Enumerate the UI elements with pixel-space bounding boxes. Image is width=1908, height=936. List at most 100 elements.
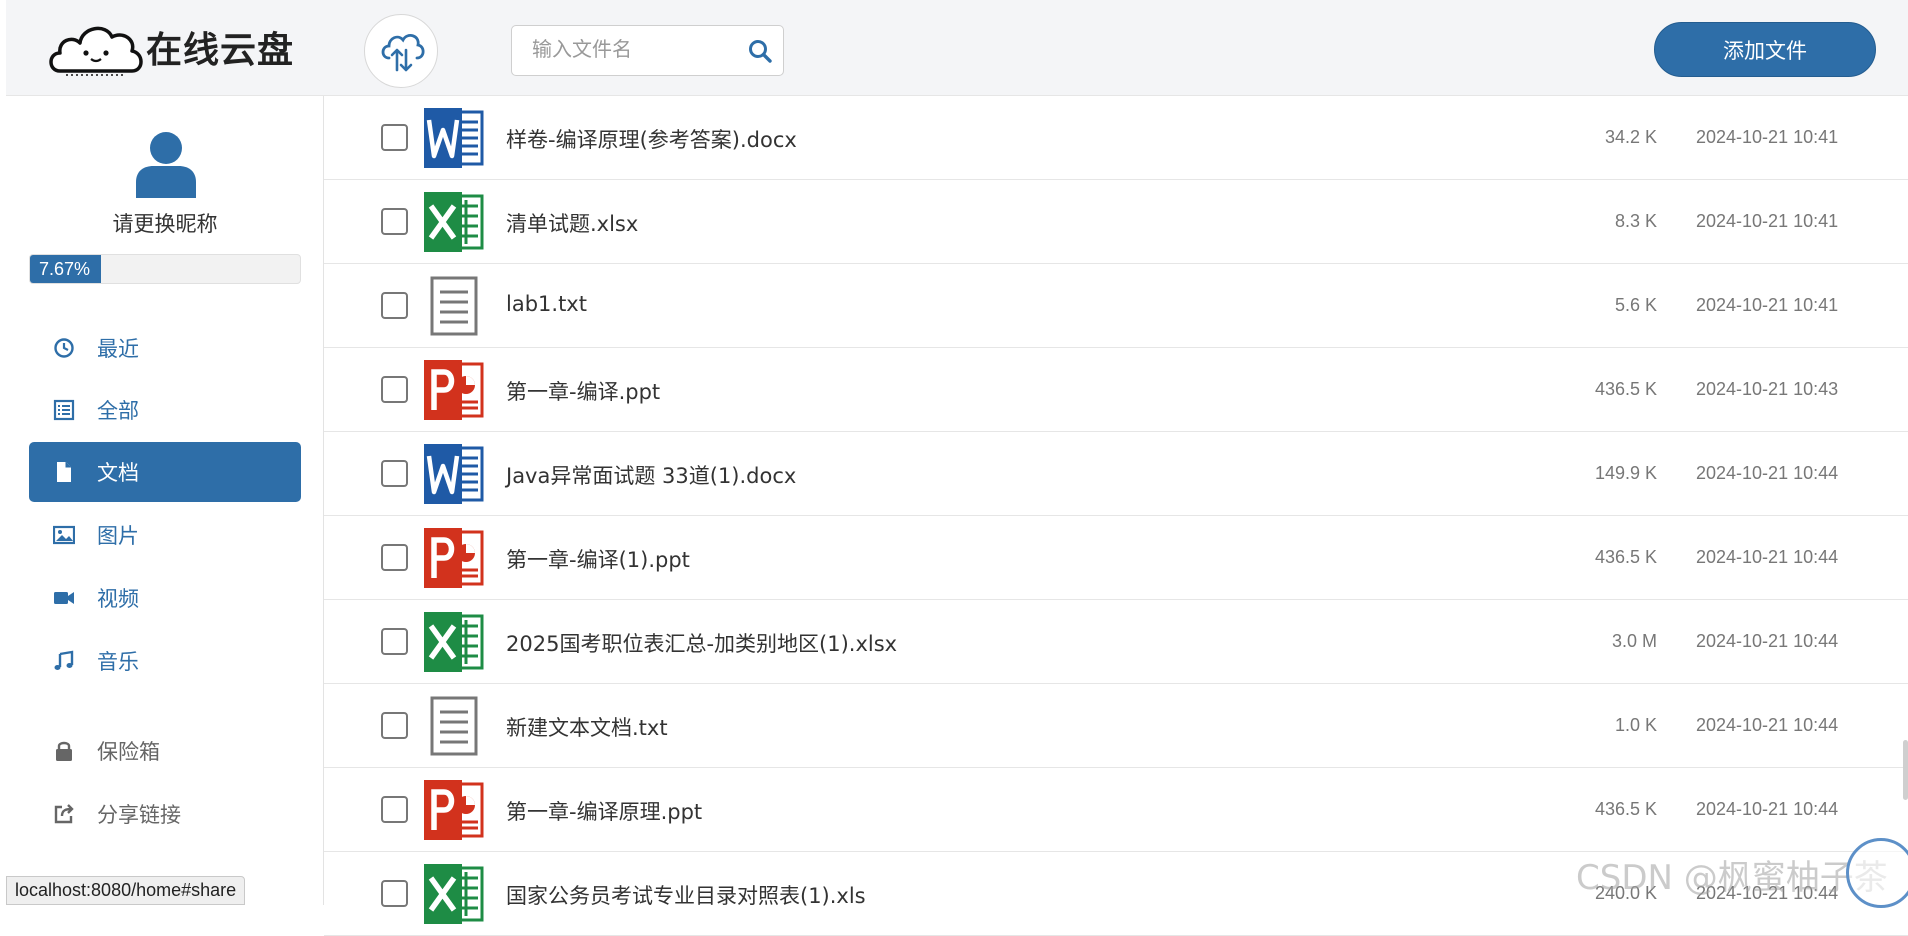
file-name[interactable]: 国家公务员考试专业目录对照表(1).xls (506, 880, 866, 910)
file-row[interactable]: 第一章-编译.ppt 436.5 K 2024-10-21 10:43 (324, 348, 1908, 432)
file-size: 8.3 K (1615, 211, 1657, 232)
file-row[interactable]: 2025国考职位表汇总-加类别地区(1).xlsx 3.0 M 2024-10-21… (324, 600, 1908, 684)
file-list: 样卷-编译原理(参考答案).docx 34.2 K 2024-10-21 10:41… (324, 96, 1908, 905)
file-row[interactable]: 第一章-编译(1).ppt 436.5 K 2024-10-21 10:44 (324, 516, 1908, 600)
file-size: 3.0 M (1612, 631, 1657, 652)
file-row[interactable]: lab1.txt5.6 K2024-10-21 10:41 (324, 264, 1908, 348)
file-checkbox[interactable] (381, 460, 408, 487)
file-row[interactable]: 清单试题.xlsx 8.3 K 2024-10-21 10:41 (324, 180, 1908, 264)
text-file-icon (422, 694, 486, 758)
file-name[interactable]: 第一章-编译.ppt (506, 376, 660, 406)
sidebar-item-videos[interactable]: 视频 (29, 568, 301, 628)
sidebar-item-label: 最近 (97, 333, 139, 363)
file-checkbox[interactable] (381, 880, 408, 907)
sidebar-item-recent[interactable]: 最近 (29, 318, 301, 378)
top-bar: 在线云盘 添加文件 (6, 0, 1908, 96)
file-date: 2024-10-21 10:43 (1696, 379, 1838, 400)
excel-file-icon (422, 610, 486, 674)
file-checkbox[interactable] (381, 796, 408, 823)
file-checkbox[interactable] (381, 292, 408, 319)
file-name[interactable]: 清单试题.xlsx (506, 208, 638, 238)
cloud-logo-icon (46, 15, 146, 79)
watermark: CSDN @枫蜜柚子茶 (1576, 850, 1888, 899)
sidebar-item-label: 音乐 (97, 646, 139, 676)
file-row[interactable]: 第一章-编译原理.ppt 436.5 K 2024-10-21 10:44 (324, 768, 1908, 852)
word-file-icon (422, 442, 486, 506)
word-file-icon (422, 106, 486, 170)
powerpoint-file-icon (422, 778, 486, 842)
file-name[interactable]: 样卷-编译原理(参考答案).docx (506, 124, 797, 154)
upload-button[interactable] (364, 14, 438, 88)
image-icon (53, 524, 75, 546)
add-file-button[interactable]: 添加文件 (1654, 22, 1876, 77)
file-checkbox[interactable] (381, 208, 408, 235)
file-checkbox[interactable] (381, 124, 408, 151)
music-note-icon (53, 650, 75, 672)
file-size: 5.6 K (1615, 295, 1657, 316)
user-nickname[interactable]: 请更换昵称 (6, 208, 324, 238)
file-name[interactable]: 2025国考职位表汇总-加类别地区(1).xlsx (506, 628, 897, 658)
file-row[interactable]: Java异常面试题 33道(1).docx 149.9 K 2024-10-21 1… (324, 432, 1908, 516)
file-checkbox[interactable] (381, 544, 408, 571)
file-checkbox[interactable] (381, 712, 408, 739)
clock-icon (53, 337, 75, 359)
floating-assistant-button[interactable] (1846, 838, 1908, 908)
file-size: 436.5 K (1595, 799, 1657, 820)
list-icon (53, 399, 75, 421)
sidebar-item-label: 保险箱 (97, 736, 160, 766)
search-icon[interactable] (747, 38, 773, 64)
sidebar-item-documents[interactable]: 文档 (29, 442, 301, 502)
file-name[interactable]: 新建文本文档.txt (506, 712, 668, 742)
file-date: 2024-10-21 10:41 (1696, 127, 1838, 148)
file-date: 2024-10-21 10:44 (1696, 631, 1838, 652)
file-name[interactable]: lab1.txt (506, 292, 587, 316)
cloud-upload-icon (376, 26, 426, 76)
sidebar-item-images[interactable]: 图片 (29, 505, 301, 565)
file-date: 2024-10-21 10:44 (1696, 715, 1838, 736)
file-size: 149.9 K (1595, 463, 1657, 484)
powerpoint-file-icon (422, 358, 486, 422)
share-icon (53, 803, 75, 825)
search-box (511, 25, 784, 76)
search-input[interactable] (512, 26, 742, 75)
file-date: 2024-10-21 10:41 (1696, 211, 1838, 232)
file-name[interactable]: 第一章-编译(1).ppt (506, 544, 690, 574)
sidebar-item-music[interactable]: 音乐 (29, 631, 301, 691)
browser-status-url: localhost:8080/home#share (6, 876, 245, 905)
text-file-icon (422, 274, 486, 338)
sidebar-item-safe[interactable]: 保险箱 (29, 721, 301, 781)
sidebar-item-label: 分享链接 (97, 799, 181, 829)
sidebar-item-label: 全部 (97, 395, 139, 425)
user-avatar-icon[interactable] (133, 130, 199, 198)
app-title: 在线云盘 (146, 21, 294, 73)
file-size: 436.5 K (1595, 379, 1657, 400)
scrollbar-thumb[interactable] (1903, 740, 1908, 800)
sidebar-item-label: 视频 (97, 583, 139, 613)
storage-progress-fill: 7.67% (30, 255, 101, 283)
sidebar-item-all[interactable]: 全部 (29, 380, 301, 440)
file-size: 1.0 K (1615, 715, 1657, 736)
document-icon (53, 461, 75, 483)
file-size: 436.5 K (1595, 547, 1657, 568)
powerpoint-file-icon (422, 526, 486, 590)
file-date: 2024-10-21 10:44 (1696, 547, 1838, 568)
sidebar-item-label: 图片 (97, 520, 139, 550)
storage-progress-bar: 7.67% (29, 254, 301, 284)
file-name[interactable]: Java异常面试题 33道(1).docx (506, 460, 796, 490)
file-size: 34.2 K (1605, 127, 1657, 148)
sidebar: 请更换昵称 7.67% 最近 全部 文档 图片 视频 音乐 (6, 96, 324, 905)
sidebar-item-share-links[interactable]: 分享链接 (29, 784, 301, 844)
excel-file-icon (422, 190, 486, 254)
file-checkbox[interactable] (381, 376, 408, 403)
sidebar-item-label: 文档 (97, 457, 139, 487)
excel-file-icon (422, 862, 486, 926)
video-camera-icon (53, 587, 75, 609)
file-name[interactable]: 第一章-编译原理.ppt (506, 796, 702, 826)
logo[interactable]: 在线云盘 (46, 14, 294, 80)
file-row[interactable]: 新建文本文档.txt 1.0 K 2024-10-21 10:44 (324, 684, 1908, 768)
file-date: 2024-10-21 10:44 (1696, 463, 1838, 484)
file-row[interactable]: 样卷-编译原理(参考答案).docx 34.2 K 2024-10-21 10:41 (324, 96, 1908, 180)
file-checkbox[interactable] (381, 628, 408, 655)
file-date: 2024-10-21 10:44 (1696, 799, 1838, 820)
lock-icon (53, 740, 75, 762)
